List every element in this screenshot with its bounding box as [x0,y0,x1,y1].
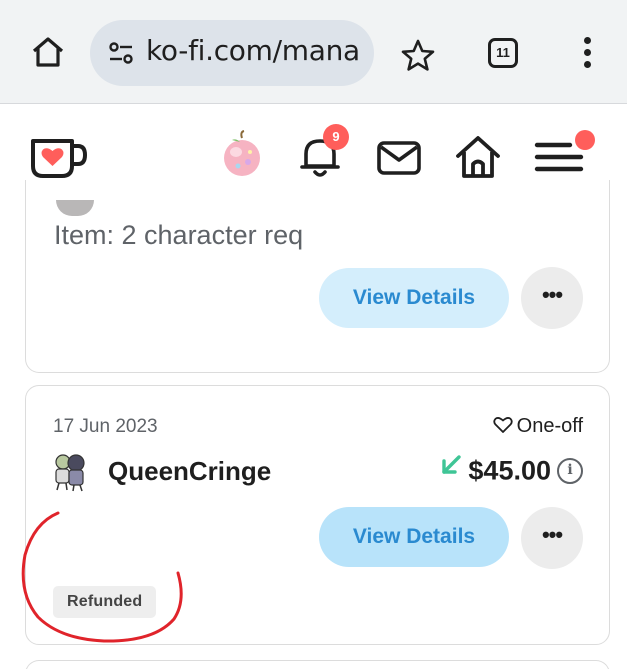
view-details-button[interactable]: View Details [319,507,509,567]
supporter-name[interactable]: QueenCringe [108,456,271,487]
transaction-card [25,660,610,669]
more-vert-icon[interactable] [578,34,596,74]
transaction-type: One-off [493,415,583,438]
transaction-amount: $45.00 [468,455,551,486]
menu-notification-dot [575,130,595,150]
transaction-card: 17 Jun 2023 One-off QueenCringe $45.00 i … [25,385,610,645]
supporter-avatar [56,200,94,216]
more-options-button[interactable]: ••• [521,507,583,569]
house-icon[interactable] [454,134,502,180]
tune-icon[interactable] [108,42,134,64]
kofi-cup-icon[interactable] [30,136,88,180]
notification-badge: 9 [323,124,349,150]
tabs-icon[interactable]: 11 [488,38,518,68]
amount-group: $45.00 i [440,454,583,486]
item-description: Item: 2 character req [54,220,304,250]
transaction-card: Item: 2 character req View Details ••• [25,180,610,373]
view-details-button[interactable]: View Details [319,268,509,328]
mail-icon[interactable] [376,140,422,176]
star-icon[interactable] [400,38,436,74]
avatar[interactable] [220,130,266,178]
browser-toolbar: ko-fi.com/mana 11 [0,0,627,104]
heart-outline-icon [493,417,513,433]
url-text[interactable]: ko-fi.com/mana [146,34,368,67]
incoming-arrow-icon [442,455,462,474]
address-bar[interactable]: ko-fi.com/mana [90,20,374,86]
home-icon[interactable] [28,32,68,72]
info-icon[interactable]: i [557,457,583,484]
transaction-date: 17 Jun 2023 [53,416,158,437]
more-options-button[interactable]: ••• [521,267,583,329]
transaction-type-label: One-off [516,415,583,437]
status-badge: Refunded [53,586,157,618]
supporter-avatar [55,454,85,492]
